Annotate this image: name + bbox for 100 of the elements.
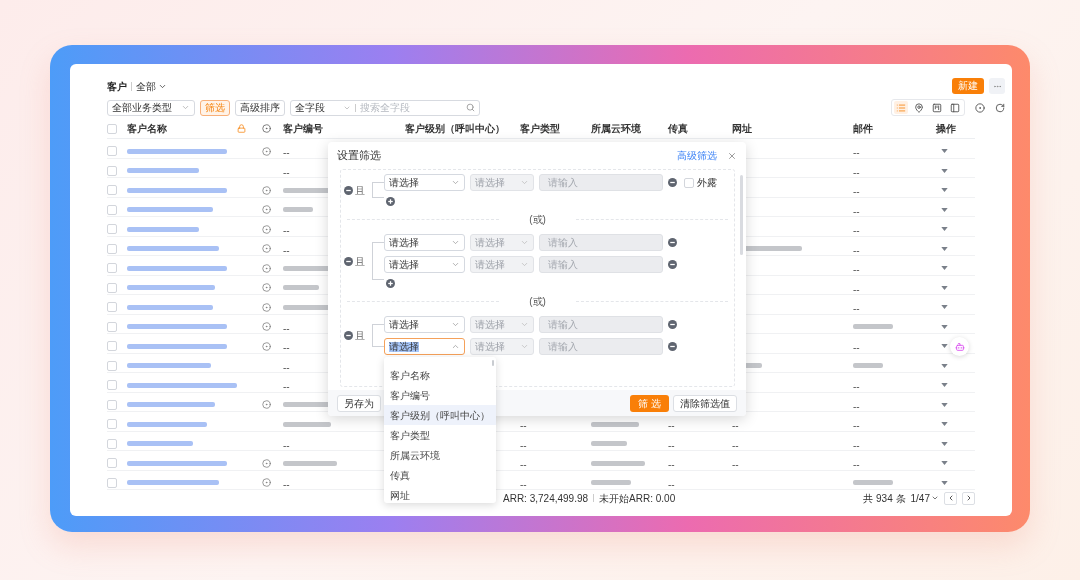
target-icon[interactable] [262,283,271,292]
checkbox[interactable] [107,302,117,312]
target-icon[interactable] [262,146,271,156]
target-icon[interactable] [262,400,271,409]
view-mode-button[interactable] [930,101,944,114]
view-mode-button[interactable] [948,101,962,114]
column-header: 客户级别（呼叫中心） [405,123,506,134]
checkbox[interactable] [107,146,117,156]
caret-icon[interactable] [941,402,948,407]
remove-icon[interactable] [668,238,677,247]
target-icon[interactable] [262,263,271,273]
checkbox[interactable] [107,419,117,429]
business-type-select[interactable]: 全部业务类型 [107,99,195,116]
remove-icon[interactable] [668,260,677,269]
checkbox[interactable] [107,438,117,449]
checkbox[interactable] [107,458,117,468]
redacted-text [853,363,883,368]
remove-icon[interactable] [668,178,677,187]
caret-icon[interactable] [941,188,948,192]
checkbox[interactable] [107,224,117,234]
checkbox[interactable] [107,263,117,273]
field-select[interactable]: 请选择 [384,234,465,251]
remove-icon[interactable] [344,331,353,340]
caret-icon[interactable] [941,344,948,348]
target-icon[interactable] [262,458,271,468]
target-icon[interactable] [262,205,271,214]
target-icon[interactable] [262,341,271,351]
next-page-button[interactable] [962,491,975,505]
scrollbar-thumb[interactable] [740,175,743,255]
field-select[interactable]: 请选择 [384,316,465,333]
clear-button[interactable]: 清除筛选值 [673,394,737,412]
checkbox[interactable] [107,185,117,195]
target-icon[interactable] [262,244,271,253]
target-icon[interactable] [262,478,271,487]
dropdown-option[interactable]: 客户名称 [384,365,496,385]
target-icon[interactable] [975,102,985,113]
caret-icon[interactable] [941,227,948,231]
scrollbar-thumb[interactable] [492,360,494,366]
target-icon[interactable] [262,224,271,234]
target-icon[interactable] [262,124,271,133]
lock-icon[interactable] [237,124,246,133]
caret-icon[interactable] [941,441,948,446]
scope-select[interactable]: 全字段 [295,102,351,113]
search-input[interactable]: 搜索全字段 [360,100,466,115]
checkbox[interactable] [684,177,694,188]
remove-icon[interactable] [668,342,677,351]
add-icon[interactable] [386,197,395,206]
caret-icon[interactable] [941,285,948,290]
caret-icon[interactable] [941,480,948,485]
page-select[interactable]: 1/47 [910,490,939,506]
caret-icon[interactable] [941,207,948,212]
caret-icon[interactable] [941,266,948,270]
more-button[interactable] [989,78,1005,94]
caret-icon[interactable] [941,168,948,173]
remove-icon[interactable] [344,185,353,195]
sort-button[interactable]: 高级排序 [235,99,285,116]
checkbox[interactable] [107,341,117,351]
chevron-down-icon [451,320,460,329]
dropdown-option[interactable]: 所属云环境 [384,445,496,465]
close-icon[interactable] [727,150,737,161]
target-icon[interactable] [262,185,271,195]
caret-icon[interactable] [941,246,948,251]
checkbox[interactable] [107,123,117,134]
caret-icon[interactable] [941,461,948,465]
dropdown-option[interactable]: 客户类型 [384,425,496,445]
dropdown-option[interactable]: 网址 [384,485,496,503]
field-select[interactable]: 请选择 [384,256,465,273]
save-as-button[interactable]: 另存为 [337,394,381,412]
field-select[interactable]: 请选择 [384,174,465,191]
checkbox[interactable] [107,360,117,371]
view-switcher[interactable]: 全部 [136,78,167,94]
checkbox[interactable] [107,282,117,293]
view-mode-button[interactable] [912,101,926,114]
dropdown-option[interactable]: 传真 [384,465,496,485]
dropdown-option[interactable]: 客户编号 [384,385,496,405]
remove-icon[interactable] [344,256,353,266]
refresh-icon[interactable] [995,102,1005,113]
search-field[interactable]: 全字段 搜索全字段 [290,99,480,116]
select-value: 请选择 [475,341,505,352]
checkbox[interactable] [107,165,117,176]
add-icon[interactable] [386,279,395,288]
caret-icon[interactable] [941,363,948,368]
checkbox[interactable] [107,477,117,488]
checkbox[interactable] [107,321,117,332]
checkbox[interactable] [107,399,117,410]
target-icon[interactable] [262,302,271,312]
dropdown-option[interactable]: 客户级别（呼叫中心） [384,405,496,425]
advanced-filter-link[interactable]: 高级筛选 [677,148,717,163]
caret-icon[interactable] [941,305,948,309]
caret-icon[interactable] [941,422,948,426]
checkbox[interactable] [107,243,117,254]
assistant-button[interactable] [950,337,969,356]
caret-icon[interactable] [941,149,948,153]
checkbox[interactable] [107,380,117,390]
remove-icon[interactable] [668,320,677,329]
caret-icon[interactable] [941,383,948,387]
target-icon[interactable] [262,322,271,331]
caret-icon[interactable] [941,324,948,329]
previous-page-button[interactable] [944,491,957,505]
checkbox[interactable] [107,204,117,215]
